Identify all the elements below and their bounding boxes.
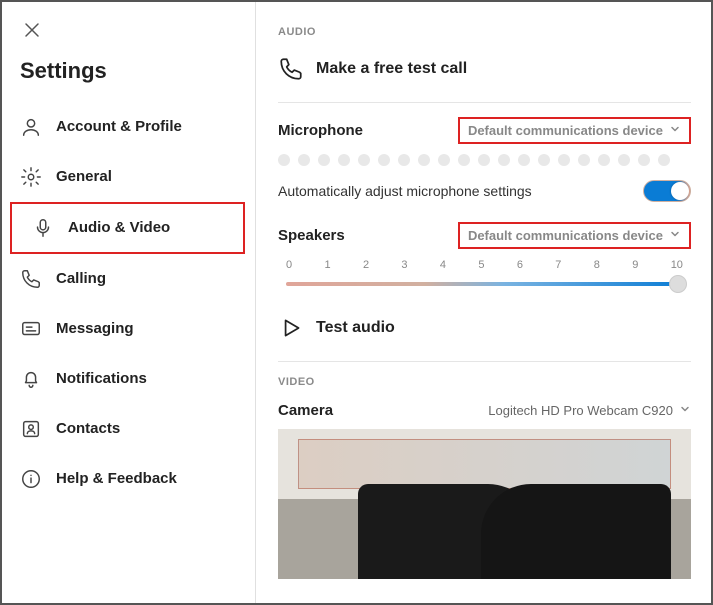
- microphone-label: Microphone: [278, 122, 363, 139]
- audio-section-header: AUDIO: [278, 26, 691, 38]
- phone-icon: [278, 56, 304, 82]
- sidebar-item-messaging[interactable]: Messaging: [2, 304, 255, 354]
- sidebar-item-general[interactable]: General: [2, 152, 255, 202]
- sidebar-item-label: General: [56, 168, 112, 185]
- sidebar-item-contacts[interactable]: Contacts: [2, 404, 255, 454]
- contacts-icon: [20, 418, 42, 440]
- sidebar-item-help[interactable]: Help & Feedback: [2, 454, 255, 504]
- sidebar-item-label: Notifications: [56, 370, 147, 387]
- test-audio-label: Test audio: [316, 319, 395, 337]
- camera-device-value: Logitech HD Pro Webcam C920: [488, 403, 673, 418]
- sidebar-item-label: Audio & Video: [68, 219, 170, 236]
- microphone-device-value: Default communications device: [468, 123, 663, 138]
- user-icon: [20, 116, 42, 138]
- mic-icon: [32, 217, 54, 239]
- camera-label: Camera: [278, 402, 333, 419]
- camera-preview: [278, 429, 691, 579]
- settings-content: AUDIO Make a free test call Microphone D…: [256, 2, 711, 603]
- speaker-volume-slider[interactable]: [286, 273, 683, 295]
- speakers-device-value: Default communications device: [468, 228, 663, 243]
- play-icon: [278, 315, 304, 341]
- divider: [278, 102, 691, 103]
- speakers-label: Speakers: [278, 227, 345, 244]
- sidebar-item-calling[interactable]: Calling: [2, 254, 255, 304]
- chevron-down-icon: [669, 228, 681, 243]
- settings-sidebar: Settings Account & Profile General Audio…: [2, 2, 256, 603]
- sidebar-item-account[interactable]: Account & Profile: [2, 102, 255, 152]
- close-icon: [24, 22, 40, 38]
- bell-icon: [20, 368, 42, 390]
- message-icon: [20, 318, 42, 340]
- speakers-device-dropdown[interactable]: Default communications device: [458, 222, 691, 249]
- test-audio-button[interactable]: Test audio: [278, 311, 691, 355]
- speaker-volume-ticks: 012345678910: [286, 259, 683, 271]
- chevron-down-icon: [669, 123, 681, 138]
- info-icon: [20, 468, 42, 490]
- video-section-header: VIDEO: [278, 376, 691, 388]
- sidebar-item-label: Messaging: [56, 320, 134, 337]
- auto-adjust-toggle[interactable]: [643, 180, 691, 202]
- divider: [278, 361, 691, 362]
- close-button[interactable]: [20, 18, 44, 42]
- chevron-down-icon: [679, 403, 691, 418]
- sidebar-item-label: Help & Feedback: [56, 470, 177, 487]
- gear-icon: [20, 166, 42, 188]
- sidebar-item-label: Contacts: [56, 420, 120, 437]
- camera-device-dropdown[interactable]: Logitech HD Pro Webcam C920: [488, 403, 691, 418]
- sidebar-item-label: Account & Profile: [56, 118, 182, 135]
- microphone-level-meter: [278, 154, 691, 166]
- sidebar-item-audio-video[interactable]: Audio & Video: [14, 206, 241, 250]
- microphone-device-dropdown[interactable]: Default communications device: [458, 117, 691, 144]
- test-call-button[interactable]: Make a free test call: [278, 52, 691, 96]
- test-call-label: Make a free test call: [316, 60, 467, 78]
- auto-adjust-label: Automatically adjust microphone settings: [278, 183, 532, 199]
- phone-icon: [20, 268, 42, 290]
- sidebar-item-notifications[interactable]: Notifications: [2, 354, 255, 404]
- settings-title: Settings: [2, 58, 255, 102]
- sidebar-item-label: Calling: [56, 270, 106, 287]
